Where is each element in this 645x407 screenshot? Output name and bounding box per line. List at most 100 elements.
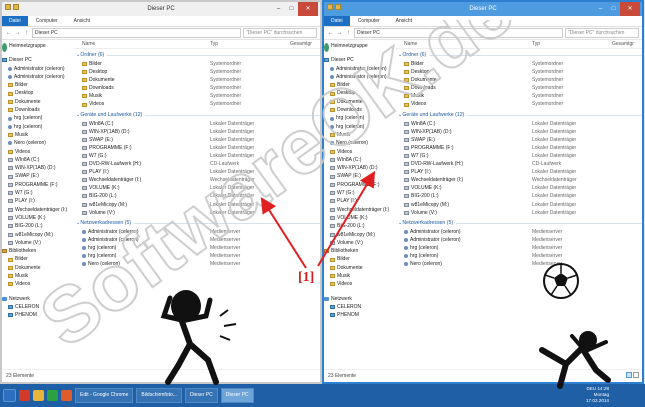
list-item[interactable]: hrg (celeron) Medienserver [74,252,320,260]
nav-item[interactable]: PROGRAMME (F:) [324,181,396,189]
nav-item[interactable]: VOLUME (K:) [324,214,396,222]
list-item[interactable]: Bilder Systemordner [74,60,320,68]
list-item[interactable]: Desktop Systemordner [396,68,642,76]
list-item[interactable]: Videos Systemordner [74,100,320,108]
nav-item[interactable]: SWAP (E:) [324,172,396,180]
nav-item[interactable]: WIN-XP(1AB) (D:) [324,164,396,172]
app-icon[interactable] [61,390,72,401]
column-type[interactable]: Typ [210,40,290,48]
nav-library-item[interactable]: Videos [324,280,396,288]
list-item[interactable]: WIn8A (C:) Lokaler Datenträger [74,120,320,128]
list-item[interactable]: DVD-RW-Laufwerk (H:) CD-Laufwerk [74,160,320,168]
list-item[interactable]: Videos Systemordner [396,100,642,108]
list-item[interactable]: Dokumente Systemordner [74,76,320,84]
address-input[interactable]: Dieser PC [354,28,563,38]
tab-view[interactable]: Ansicht [388,18,420,24]
nav-item[interactable]: Dokumente [2,98,74,106]
nav-item[interactable]: Bilder [2,81,74,89]
group-header[interactable]: ⌄ Ordner (6) [74,51,320,60]
list-item[interactable]: Volume (V:) Lokaler Datenträger [396,209,642,217]
nav-library-item[interactable]: Bilder [324,255,396,263]
list-item[interactable]: hrg (celeron) Medienserver [74,244,320,252]
minimize-button[interactable]: – [594,2,607,16]
app-icon[interactable] [47,390,58,401]
taskbar-item-screenshot[interactable]: Bildschirmfoto... [136,388,182,403]
list-item[interactable]: Wechseldatenträger (I:) Wechseldatenträge… [74,176,320,184]
nav-homegroup[interactable]: Heimnetzgruppe [2,42,74,52]
maximize-button[interactable]: □ [285,2,298,16]
nav-network-item[interactable]: CELERON [2,303,74,311]
nav-item[interactable]: hrg (celeron) [2,123,74,131]
list-item[interactable]: Downloads Systemordner [396,84,642,92]
back-icon[interactable]: ← [327,30,334,36]
nav-item[interactable]: Administrator (celeron) [324,65,396,73]
nav-libraries[interactable]: Bibliotheken [324,247,396,255]
tiles-view-icon[interactable] [633,372,639,378]
search-input[interactable]: "Dieser PC" durchsuchen [565,28,639,38]
list-item[interactable]: w81eMicopy (M:) Lokaler Datenträger [396,201,642,209]
list-item[interactable]: Musik Systemordner [396,92,642,100]
nav-item[interactable]: Bilder [324,81,396,89]
column-total[interactable]: Gesamtgr [612,40,642,48]
address-input[interactable]: Dieser PC [32,28,241,38]
list-item[interactable]: Wechseldatenträger (I:) Wechseldatenträge… [396,176,642,184]
tab-view[interactable]: Ansicht [66,18,98,24]
nav-item[interactable]: Nero (celeron) [2,139,74,147]
column-total[interactable]: Gesamtgr [290,40,320,48]
nav-item[interactable]: Desktop [324,89,396,97]
nav-item[interactable]: PROGRAMME (F:) [2,181,74,189]
nav-item[interactable]: Musik [2,131,74,139]
list-item[interactable]: Administrator (celeron) Medienserver [396,236,642,244]
list-item[interactable]: hrg (celeron) Medienserver [396,244,642,252]
nav-item[interactable]: PLAY (I:) [324,197,396,205]
nav-item[interactable]: W7 (G:) [2,189,74,197]
group-header[interactable]: ⌄ Ordner (6) [396,51,642,60]
nav-item[interactable]: VOLUME (K:) [2,214,74,222]
nav-item[interactable]: WIN-XP(1AB) (D:) [2,164,74,172]
nav-item[interactable]: hrg (celeron) [2,114,74,122]
list-item[interactable]: WIN-XP(1AB) (D:) Lokaler Datenträger [74,128,320,136]
nav-item[interactable]: Administrator (celeron) [324,73,396,81]
nav-library-item[interactable]: Videos [2,280,74,288]
list-item[interactable]: Dokumente Systemordner [396,76,642,84]
taskbar-item-chrome[interactable]: Edit - Google Chrome [75,388,134,403]
nav-item[interactable]: Wechseldatenträger (I:) [324,206,396,214]
list-item[interactable]: PLAY (I:) Lokaler Datenträger [74,168,320,176]
nav-libraries[interactable]: Bibliotheken [2,247,74,255]
nav-item[interactable]: PLAY (I:) [2,197,74,205]
maximize-button[interactable]: □ [607,2,620,16]
column-name[interactable]: Name [74,40,210,48]
group-header[interactable]: ⌄ Geräte und Laufwerke (12) [396,111,642,120]
nav-library-item[interactable]: Dokumente [2,264,74,272]
list-item[interactable]: Administrator (celeron) Medienserver [74,228,320,236]
nav-item[interactable]: Administrator (celeron) [2,73,74,81]
details-view-icon[interactable] [626,372,632,378]
nav-library-item[interactable]: Dokumente [324,264,396,272]
list-item[interactable]: SWAP (E:) Lokaler Datenträger [74,136,320,144]
up-icon[interactable]: ↑ [23,30,30,36]
tab-file[interactable]: Datei [324,16,350,26]
nav-item[interactable]: Nero (celeron) [324,139,396,147]
nav-item[interactable]: Downloads [2,106,74,114]
list-item[interactable]: VOLUME (K:) Lokaler Datenträger [74,184,320,192]
list-item[interactable]: W7 (G:) Lokaler Datenträger [396,152,642,160]
list-item[interactable]: hrg (celeron) Medienserver [396,252,642,260]
nav-this-pc[interactable]: Dieser PC [2,56,74,64]
nav-item[interactable]: Dokumente [324,98,396,106]
nav-item[interactable]: Volume (V:) [2,239,74,247]
forward-icon[interactable]: → [14,30,21,36]
nav-item[interactable]: Volume (V:) [324,239,396,247]
nav-library-item[interactable]: Musik [324,272,396,280]
nav-item[interactable]: WIn8A (C:) [2,156,74,164]
list-item[interactable]: PROGRAMME (F:) Lokaler Datenträger [396,144,642,152]
list-item[interactable]: DVD-RW-Laufwerk (H:) CD-Laufwerk [396,160,642,168]
nav-network-item[interactable]: PHENOM [324,311,396,319]
nav-library-item[interactable]: Musik [2,272,74,280]
list-item[interactable]: Downloads Systemordner [74,84,320,92]
list-item[interactable]: Nero (celeron) Medienserver [396,260,642,268]
list-item[interactable]: VOLUME (K:) Lokaler Datenträger [396,184,642,192]
nav-item[interactable]: Administrator (celeron) [2,65,74,73]
nav-item[interactable]: Wechseldatenträger (I:) [2,206,74,214]
up-icon[interactable]: ↑ [345,30,352,36]
list-item[interactable]: w81eMicopy (M:) Lokaler Datenträger [74,201,320,209]
